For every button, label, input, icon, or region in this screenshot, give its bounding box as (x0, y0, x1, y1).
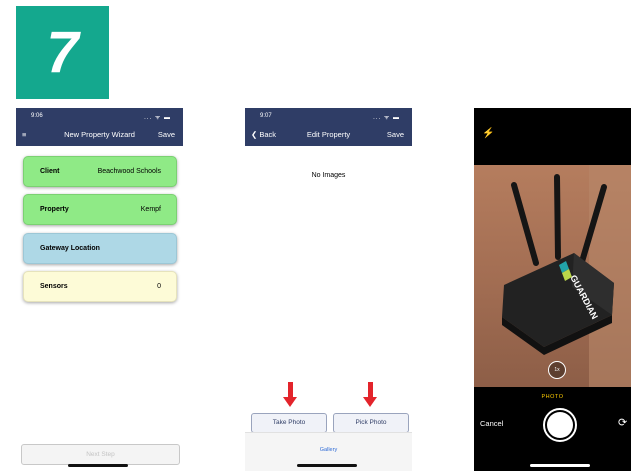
zoom-button[interactable]: 1x (548, 361, 566, 379)
status-icons: ... ᯤ ▬ (144, 115, 171, 121)
home-indicator (297, 464, 357, 467)
save-button[interactable]: Save (158, 130, 175, 139)
flash-icon[interactable]: ⚡ (482, 128, 494, 139)
card-label: Property (40, 206, 69, 213)
gateway-location-card[interactable]: Gateway Location (23, 233, 177, 264)
nav-bar: ❮ Back Edit Property Save (245, 122, 412, 146)
card-value: 0 (157, 283, 161, 290)
step-number-badge: 7 (16, 6, 109, 99)
status-icons: ... ᯤ ▬ (373, 115, 400, 121)
tab-gallery[interactable]: Gallery (245, 447, 412, 453)
camera-viewfinder: GUARDIAN (474, 165, 631, 387)
nav-bar: ≡ New Property Wizard Save (16, 122, 183, 146)
cancel-button[interactable]: Cancel (480, 419, 503, 428)
shutter-button[interactable] (543, 408, 577, 442)
next-step-button[interactable]: Next Step (21, 444, 180, 465)
status-bar: 9:07 ... ᯤ ▬ (245, 108, 412, 122)
client-card[interactable]: Client Beachwood Schools (23, 156, 177, 187)
phone-screen-new-property-wizard: 9:06 ... ᯤ ▬ ≡ New Property Wizard Save … (16, 108, 183, 471)
card-label: Gateway Location (40, 245, 100, 252)
status-time: 9:06 (31, 113, 43, 119)
gateway-device-photo: GUARDIAN (474, 165, 631, 387)
phone-screen-edit-property: 9:07 ... ᯤ ▬ ❮ Back Edit Property Save N… (245, 108, 412, 471)
home-indicator (530, 464, 590, 467)
card-label: Sensors (40, 283, 68, 290)
flip-camera-icon[interactable]: ⟳ (618, 416, 627, 429)
card-label: Client (40, 168, 60, 175)
sensors-card[interactable]: Sensors 0 (23, 271, 177, 302)
empty-state-text: No Images (311, 172, 346, 179)
property-card[interactable]: Property Kempf (23, 194, 177, 225)
status-time: 9:07 (260, 113, 272, 119)
home-indicator (68, 464, 128, 467)
status-bar: 9:06 ... ᯤ ▬ (16, 108, 183, 122)
save-button[interactable]: Save (387, 130, 404, 139)
step-number: 7 (46, 20, 79, 85)
pick-photo-button[interactable]: Pick Photo (333, 413, 409, 433)
card-value: Kempf (140, 206, 161, 213)
card-value: Beachwood Schools (97, 168, 161, 175)
phone-screen-camera: ⚡ GUARDIAN 1x PHOTO Cancel ⟳ (474, 108, 631, 471)
camera-mode-label[interactable]: PHOTO (474, 394, 631, 400)
take-photo-button[interactable]: Take Photo (251, 413, 327, 433)
